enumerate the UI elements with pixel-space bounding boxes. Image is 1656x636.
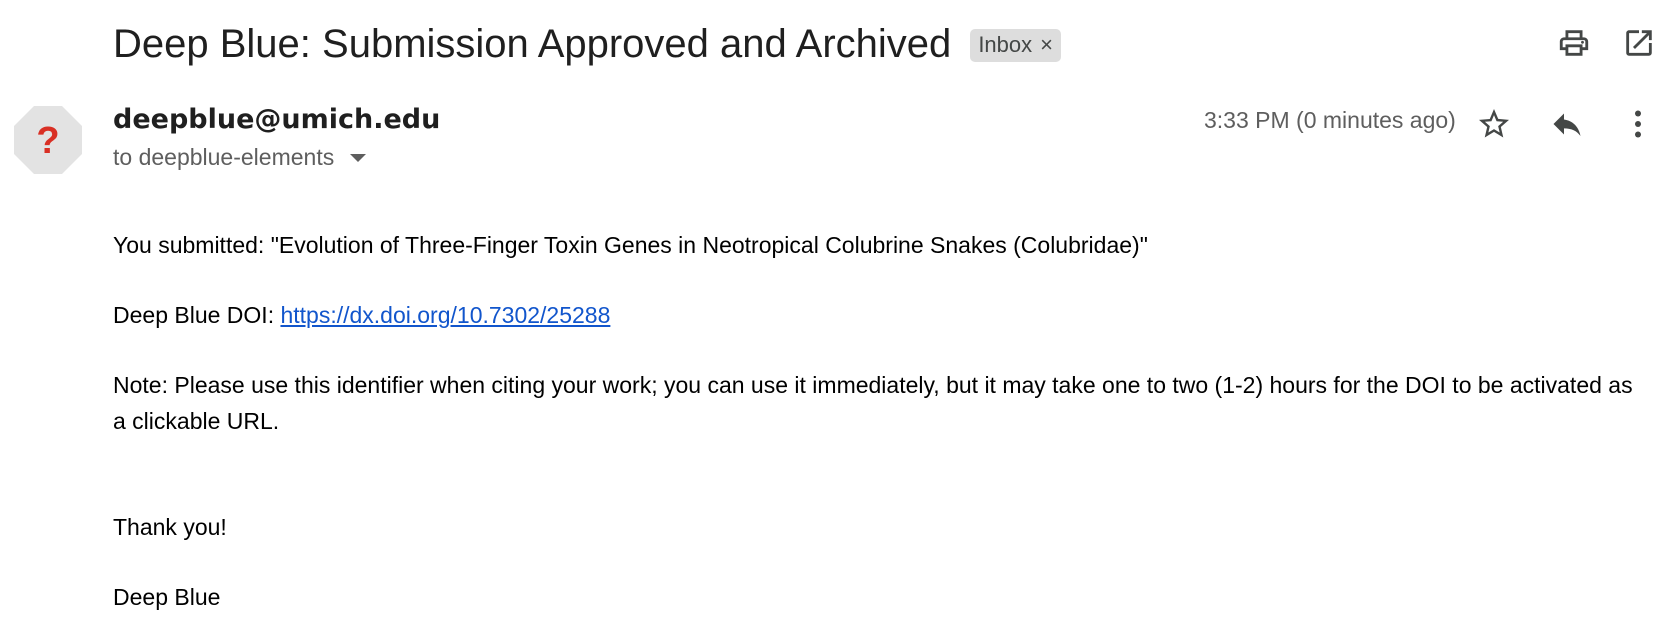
remove-label-icon[interactable]: × (1040, 32, 1053, 58)
print-icon[interactable] (1557, 26, 1591, 60)
reply-icon[interactable] (1549, 106, 1585, 142)
doi-link[interactable]: https://dx.doi.org/10.7302/25288 (280, 302, 610, 328)
chevron-down-icon[interactable] (350, 153, 367, 162)
recipient-row[interactable]: to deepblue-elements (113, 144, 367, 171)
more-vert-icon[interactable] (1620, 106, 1656, 142)
doi-label: Deep Blue DOI: (113, 302, 281, 328)
body-doi-line: Deep Blue DOI: https://dx.doi.org/10.730… (113, 297, 1643, 333)
star-icon[interactable] (1476, 106, 1512, 142)
body-note: Note: Please use this identifier when ci… (113, 372, 1633, 434)
sender-email[interactable]: deepblue@umich.edu (113, 104, 440, 135)
recipient-text: to deepblue-elements (113, 144, 335, 170)
body-signature: Deep Blue (113, 584, 221, 610)
subject-row: Deep Blue: Submission Approved and Archi… (113, 14, 1061, 74)
body-thanks: Thank you! (113, 514, 227, 540)
open-in-new-window-icon[interactable] (1622, 26, 1656, 60)
avatar-glyph: ? (36, 120, 59, 162)
unknown-sender-avatar-icon: ? (14, 106, 82, 174)
body-submitted-line: You submitted: "Evolution of Three-Finge… (113, 232, 1148, 258)
email-timestamp: 3:33 PM (0 minutes ago) (1204, 107, 1456, 133)
inbox-label-chip[interactable]: Inbox × (970, 28, 1061, 62)
label-text: Inbox (978, 32, 1033, 57)
email-view: Deep Blue: Submission Approved and Archi… (0, 0, 1656, 636)
email-subject: Deep Blue: Submission Approved and Archi… (113, 22, 952, 66)
sender-avatar: ? (14, 106, 82, 174)
